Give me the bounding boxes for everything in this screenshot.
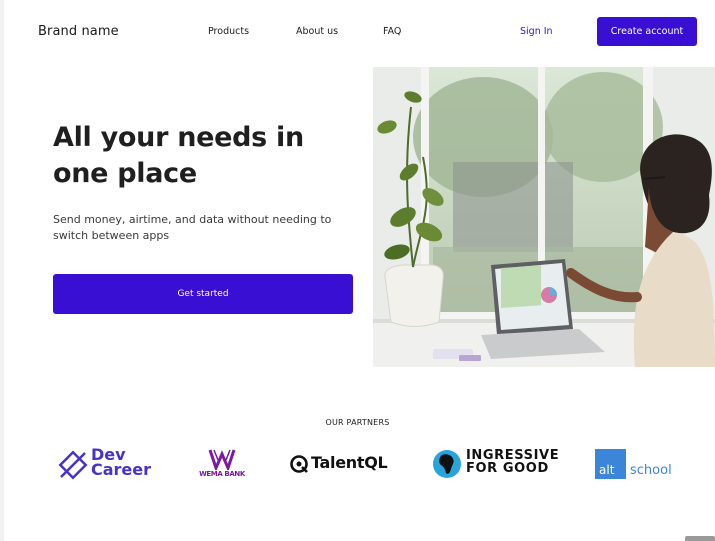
brand-name[interactable]: Brand name [38, 24, 119, 39]
hero-title: All your needs in one place [53, 122, 304, 189]
devcareer-diamond-icon [58, 450, 88, 480]
talentql-logo: TalentQL [289, 452, 394, 476]
scroll-corner [685, 536, 715, 541]
altschool-alt-text: alt [599, 463, 615, 477]
create-account-button[interactable]: Create account [597, 17, 697, 46]
hero-subtitle: Send money, airtime, and data without ne… [53, 213, 332, 242]
wema-w-icon [208, 449, 236, 470]
devcareer-logo: Dev Career [57, 445, 167, 481]
nav-link-faq[interactable]: FAQ [383, 26, 401, 37]
altschool-school-text: school [630, 463, 672, 478]
woman-at-laptop-illustration [373, 67, 715, 367]
partners-heading: OUR PARTNERS [325, 418, 390, 427]
altschool-logo: alt school [595, 449, 675, 481]
africa-globe-icon [433, 450, 461, 478]
talentql-q-icon [290, 455, 308, 473]
get-started-button[interactable]: Get started [53, 274, 353, 314]
sign-in-link[interactable]: Sign In [520, 26, 553, 37]
nav-link-about-us[interactable]: About us [296, 26, 338, 37]
hero-photo [373, 67, 715, 367]
devcareer-wordmark: Dev Career [91, 445, 152, 479]
navbar: Brand name Products About us FAQ Sign In… [0, 0, 715, 64]
wema-bank-logo: WEMA BANK [196, 448, 248, 480]
nav-link-products[interactable]: Products [208, 26, 249, 37]
altschool-box: alt [595, 449, 626, 479]
ingressive-wordmark: INGRESSIVE FOR GOOD [466, 448, 560, 476]
talentql-wordmark: TalentQL [311, 453, 388, 472]
wema-wordmark: WEMA BANK [199, 470, 245, 478]
left-edge-strip [0, 0, 4, 541]
ingressive-for-good-logo: INGRESSIVE FOR GOOD [432, 449, 562, 479]
